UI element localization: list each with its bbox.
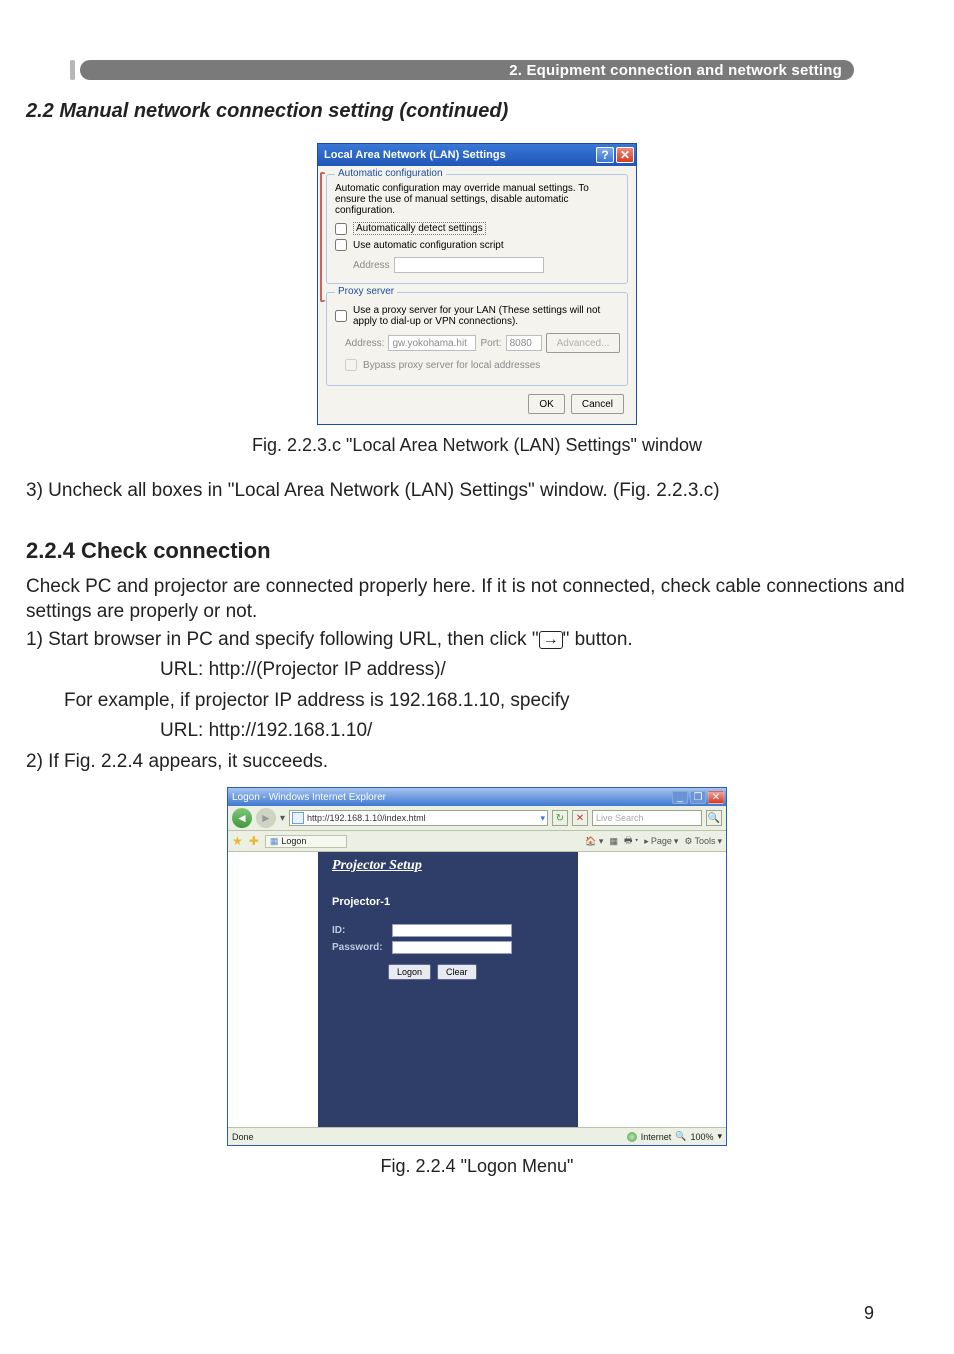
step-3-text: 3) Uncheck all boxes in "Local Area Netw… (26, 478, 928, 504)
tools-menu[interactable]: ⚙ Tools ▾ (684, 836, 722, 847)
back-button[interactable]: ◄ (232, 808, 252, 828)
auto-script-label: Use automatic configuration script (353, 240, 504, 251)
dropdown-icon[interactable]: ▾ (280, 813, 285, 824)
panel-heading: Projector Setup (332, 858, 564, 874)
zoom-control[interactable]: 🔍100% ▾ (675, 1131, 722, 1142)
advanced-button: Advanced... (546, 333, 621, 353)
page-menu[interactable]: ▸ Page ▾ (644, 836, 678, 847)
address-bar[interactable]: http://192.168.1.10/index.html ▾ (289, 810, 548, 826)
help-button[interactable]: ? (596, 147, 614, 163)
url-text: http://192.168.1.10/index.html (307, 813, 426, 823)
bypass-label: Bypass proxy server for local addresses (363, 360, 540, 371)
id-input[interactable] (392, 924, 512, 937)
page-number: 9 (864, 1303, 874, 1324)
auto-config-legend: Automatic configuration (335, 168, 446, 179)
ok-button[interactable]: OK (528, 394, 564, 414)
password-input[interactable] (392, 941, 512, 954)
globe-icon (627, 1132, 637, 1142)
check-step-1: 1) Start browser in PC and specify follo… (26, 627, 928, 653)
example-line: For example, if projector IP address is … (64, 688, 928, 714)
check-step-2: 2) If Fig. 2.2.4 appears, it succeeds. (26, 749, 928, 775)
proxy-address-input (388, 335, 476, 351)
url-example: URL: http://192.168.1.10/ (160, 718, 928, 744)
figure-caption-2: Fig. 2.2.4 "Logon Menu" (20, 1156, 934, 1177)
script-address-input (394, 257, 544, 273)
forward-button[interactable]: ► (256, 808, 276, 828)
home-button[interactable]: 🏠 ▾ (585, 836, 603, 847)
maximize-button[interactable]: ❐ (690, 791, 706, 804)
clear-button[interactable]: Clear (437, 964, 477, 980)
search-button[interactable]: 🔍 (706, 810, 722, 826)
browser-tab[interactable]: ▦ Logon (265, 835, 348, 848)
ribbon-tick (70, 60, 75, 80)
password-label: Password: (332, 942, 388, 953)
check-paragraph: Check PC and projector are connected pro… (26, 574, 928, 625)
status-done: Done (232, 1132, 254, 1142)
auto-detect-label: Automatically detect settings (353, 222, 486, 235)
proxy-legend: Proxy server (335, 286, 397, 297)
lan-settings-dialog: Local Area Network (LAN) Settings ? ✕ Au… (317, 143, 637, 425)
proxy-address-label: Address: (345, 338, 384, 349)
chapter-ribbon: 2. Equipment connection and network sett… (20, 60, 934, 80)
subsection-heading: 2.2.4 Check connection (26, 538, 928, 564)
search-box[interactable]: Live Search (592, 810, 702, 826)
refresh-button[interactable]: ↻ (552, 810, 568, 826)
proxy-port-label: Port: (480, 338, 501, 349)
logon-button[interactable]: Logon (388, 964, 431, 980)
zoom-dropdown-icon[interactable]: ▾ (717, 1131, 722, 1142)
window-close-button[interactable]: ✕ (708, 791, 724, 804)
stop-button[interactable]: ✕ (572, 810, 588, 826)
favorites-star-icon[interactable]: ★ (232, 834, 243, 848)
favicon-icon (292, 812, 304, 824)
add-favorite-icon[interactable]: ✚ (249, 834, 259, 848)
projector-name: Projector-1 (332, 896, 564, 908)
feeds-button[interactable]: ▦ (609, 836, 618, 847)
tab-favicon-icon: ▦ (270, 836, 279, 847)
browser-window: Logon - Windows Internet Explorer _ ❐ ✕ … (227, 787, 727, 1146)
url-template: URL: http://(Projector IP address)/ (160, 657, 928, 683)
browser-title: Logon - Windows Internet Explorer (232, 792, 386, 803)
chapter-title: 2. Equipment connection and network sett… (509, 62, 842, 79)
dialog-title: Local Area Network (LAN) Settings (324, 149, 506, 161)
go-arrow-icon: → (539, 631, 563, 649)
use-proxy-label: Use a proxy server for your LAN (These s… (353, 305, 619, 327)
use-proxy-checkbox[interactable] (335, 310, 347, 322)
security-zone: Internet (627, 1132, 672, 1142)
figure-caption-1: Fig. 2.2.3.c "Local Area Network (LAN) S… (20, 435, 934, 456)
bypass-checkbox (345, 359, 357, 371)
tab-label: Logon (281, 836, 306, 846)
url-dropdown-icon[interactable]: ▾ (540, 813, 545, 824)
zoom-icon: 🔍 (675, 1131, 686, 1142)
minimize-button[interactable]: _ (672, 791, 688, 804)
auto-detect-checkbox[interactable] (335, 223, 347, 235)
projector-setup-panel: Projector Setup Projector-1 ID: Password… (318, 852, 578, 1127)
close-button[interactable]: ✕ (616, 147, 634, 163)
auto-config-desc: Automatic configuration may override man… (335, 183, 619, 216)
print-button[interactable]: 🖶 ▾ (624, 833, 638, 849)
proxy-port-input (506, 335, 542, 351)
section-title: 2.2 Manual network connection setting (c… (26, 100, 934, 123)
auto-script-checkbox[interactable] (335, 239, 347, 251)
script-address-label: Address (353, 260, 390, 271)
id-label: ID: (332, 925, 388, 936)
cancel-button[interactable]: Cancel (571, 394, 624, 414)
